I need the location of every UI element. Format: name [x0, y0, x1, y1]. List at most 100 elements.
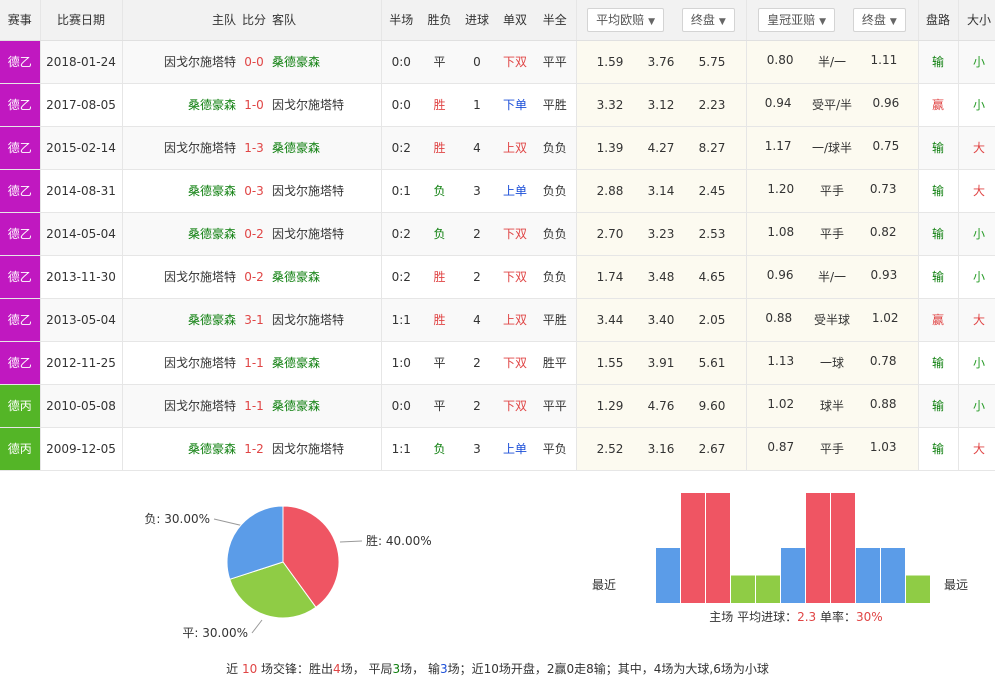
match-date: 2014-05-04 — [40, 212, 123, 256]
goals-bar[interactable] — [731, 575, 755, 604]
summary-text: 近 — [226, 662, 242, 676]
asia-home: 0.94 — [764, 96, 792, 110]
match-score[interactable]: 1-1 — [240, 384, 268, 428]
goals-bar[interactable] — [881, 548, 905, 603]
col-score: 比分 — [240, 0, 268, 41]
away-team[interactable]: 因戈尔施塔特 — [268, 212, 382, 256]
table-row: 德乙 2015-02-14 因戈尔施塔特 1-3 桑德豪森 0:2 胜 4 上双 负负 1.39 4.… — [0, 126, 995, 170]
crown-asia-select[interactable]: 皇冠亚赔 ▼ — [758, 7, 836, 32]
odds-home: 3.44 — [596, 312, 624, 327]
home-team[interactable]: 桑德豪森 — [122, 83, 240, 127]
asia-odds: 0.80 半/一 1.11 — [746, 40, 919, 84]
away-team[interactable]: 桑德豪森 — [268, 384, 382, 428]
league-badge[interactable]: 德乙 — [0, 126, 41, 170]
odds-draw: 3.12 — [647, 97, 675, 112]
match-score[interactable]: 0-2 — [240, 255, 268, 299]
league-badge[interactable]: 德乙 — [0, 83, 41, 127]
goals-bar[interactable] — [906, 575, 930, 604]
odds-home: 2.88 — [596, 183, 624, 198]
match-score[interactable]: 1-2 — [240, 427, 268, 471]
summary-text: 场， 平局 — [340, 662, 393, 676]
odds-away: 5.61 — [698, 355, 726, 370]
asia-odds: 0.88 受半球 1.02 — [746, 298, 919, 342]
avg-odds-select[interactable]: 平均欧赔 ▼ — [587, 7, 665, 32]
away-team[interactable]: 桑德豪森 — [268, 255, 382, 299]
odds-draw: 4.27 — [647, 140, 675, 155]
asia-home: 1.20 — [767, 182, 795, 196]
goals-bar[interactable] — [806, 493, 830, 603]
asia-handicap: 球半 — [819, 399, 844, 413]
asia-away: 0.75 — [872, 139, 900, 153]
league-badge[interactable]: 德乙 — [0, 341, 41, 385]
away-team[interactable]: 桑德豪森 — [268, 40, 382, 84]
league-badge[interactable]: 德乙 — [0, 169, 41, 213]
pie-label-line — [339, 540, 363, 543]
handicap-result: 输 — [918, 40, 959, 84]
match-score[interactable]: 0-3 — [240, 169, 268, 213]
asia-handicap: 半/一 — [817, 55, 847, 69]
goals-bar[interactable] — [681, 493, 705, 603]
match-score[interactable]: 0-2 — [240, 212, 268, 256]
away-team[interactable]: 因戈尔施塔特 — [268, 298, 382, 342]
odds-home: 1.39 — [596, 140, 624, 155]
handicap-result: 赢 — [918, 83, 959, 127]
match-score[interactable]: 0-0 — [240, 40, 268, 84]
away-team[interactable]: 因戈尔施塔特 — [268, 83, 382, 127]
match-score[interactable]: 1-0 — [240, 83, 268, 127]
odds-draw: 3.23 — [647, 226, 675, 241]
league-badge[interactable]: 德乙 — [0, 40, 41, 84]
match-score[interactable]: 3-1 — [240, 298, 268, 342]
asia-away: 1.11 — [870, 53, 898, 67]
goals-bar[interactable] — [831, 493, 855, 603]
odds-draw: 3.14 — [647, 183, 675, 198]
goals-bar[interactable] — [781, 548, 805, 603]
home-team[interactable]: 桑德豪森 — [122, 427, 240, 471]
table-row: 德丙 2010-05-08 因戈尔施塔特 1-1 桑德豪森 0:0 平 2 下双 平平 1.29 4.… — [0, 384, 995, 428]
asia-home: 0.87 — [767, 440, 795, 454]
col-euro-odds: 平均欧赔 ▼ 终盘 ▼ — [576, 0, 747, 41]
goals-bar[interactable] — [756, 575, 780, 604]
goals-bar[interactable] — [656, 548, 680, 603]
home-team[interactable]: 桑德豪森 — [122, 212, 240, 256]
odds-away: 2.67 — [698, 441, 726, 456]
total-goals: 2 — [458, 341, 496, 385]
home-team[interactable]: 桑德豪森 — [122, 169, 240, 213]
away-team[interactable]: 因戈尔施塔特 — [268, 169, 382, 213]
goals-bar[interactable] — [856, 548, 880, 603]
away-team[interactable]: 桑德豪森 — [268, 126, 382, 170]
asia-handicap: 一球 — [819, 356, 844, 370]
match-date: 2015-02-14 — [40, 126, 123, 170]
asia-home: 1.17 — [764, 139, 792, 153]
asia-home: 0.96 — [766, 268, 794, 282]
away-team[interactable]: 桑德豪森 — [268, 341, 382, 385]
asia-final-select[interactable]: 终盘 ▼ — [852, 7, 906, 32]
league-badge[interactable]: 德乙 — [0, 298, 41, 342]
home-team[interactable]: 因戈尔施塔特 — [122, 384, 240, 428]
league-badge[interactable]: 德乙 — [0, 255, 41, 299]
total-goals: 4 — [458, 126, 496, 170]
home-team[interactable]: 因戈尔施塔特 — [122, 255, 240, 299]
euro-final-select[interactable]: 终盘 ▼ — [681, 7, 735, 32]
pie-label: 平: 30.00% — [182, 626, 248, 640]
away-team[interactable]: 因戈尔施塔特 — [268, 427, 382, 471]
half-score: 1:1 — [381, 427, 421, 471]
match-score[interactable]: 1-3 — [240, 126, 268, 170]
asia-odds: 1.17 一/球半 0.75 — [746, 126, 919, 170]
home-team[interactable]: 桑德豪森 — [122, 298, 240, 342]
odd-even: 下双 — [496, 212, 534, 256]
odd-even: 上双 — [496, 126, 534, 170]
home-team[interactable]: 因戈尔施塔特 — [122, 40, 240, 84]
match-score[interactable]: 1-1 — [240, 341, 268, 385]
league-badge[interactable]: 德丙 — [0, 427, 41, 471]
pie-label: 胜: 40.00% — [366, 533, 432, 548]
league-badge[interactable]: 德丙 — [0, 384, 41, 428]
league-badge[interactable]: 德乙 — [0, 212, 41, 256]
result-pie-chart: 胜: 40.00% 负: 30.00% 平: 30.00% — [0, 480, 460, 650]
col-asia-odds: 皇冠亚赔 ▼ 终盘 ▼ — [746, 0, 919, 41]
match-date: 2014-08-31 — [40, 169, 123, 213]
goals-bar[interactable] — [706, 493, 730, 603]
home-team[interactable]: 因戈尔施塔特 — [122, 341, 240, 385]
odd-even: 下双 — [496, 255, 534, 299]
asia-odds: 0.96 半/一 0.93 — [746, 255, 919, 299]
home-team[interactable]: 因戈尔施塔特 — [122, 126, 240, 170]
